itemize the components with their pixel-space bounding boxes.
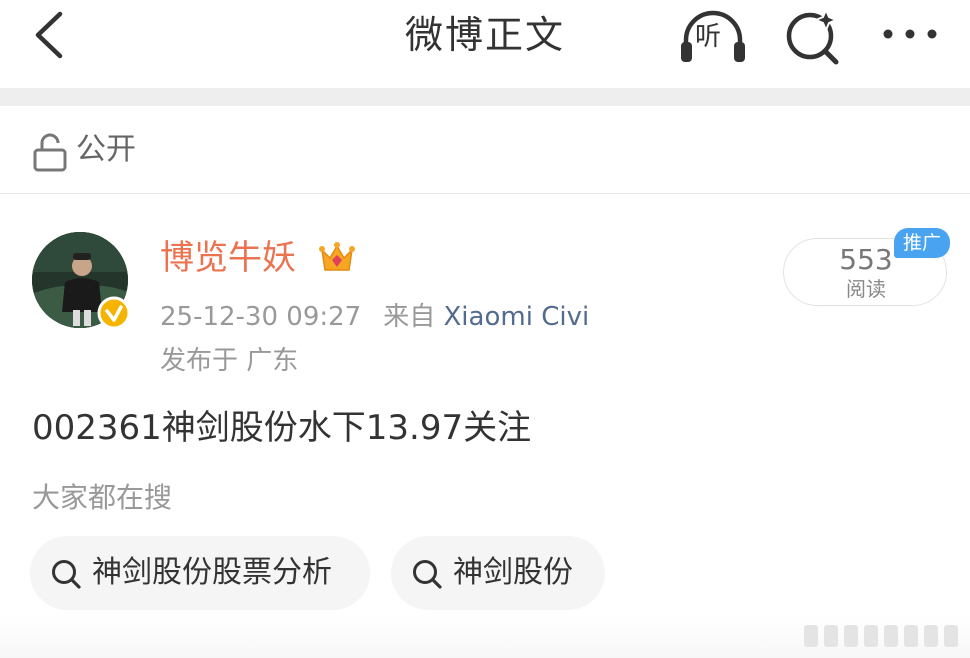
top-nav-bar: 微博正文 听 [0,0,970,88]
crown-icon[interactable] [318,240,356,276]
trending-heading: 大家都在搜 [32,481,173,514]
more-button[interactable] [878,12,942,56]
listen-label: 听 [695,22,722,52]
post-meta: 25-12-30 09:27 来自 Xiaomi Civi [160,298,589,336]
author-name[interactable]: 博览牛妖 [160,234,296,282]
search-icon [413,560,442,589]
post-text: 002361神剑股份水下13.97关注 [32,408,532,448]
post-timestamp: 25-12-30 09:27 [160,302,362,332]
sparkle-search-icon [786,7,839,65]
listen-button[interactable]: 听 [678,8,748,64]
search-button[interactable] [782,6,844,66]
chip-label: 神剑股份 [453,555,573,590]
verified-badge-icon [97,296,131,330]
section-divider [0,88,970,106]
post-location: 发布于 广东 [160,346,299,376]
more-dots-icon [883,29,937,39]
read-label: 阅读 [846,277,886,301]
visibility-row: 公开 [0,106,970,194]
trending-search-chip[interactable]: 神剑股份股票分析 [30,536,370,610]
unlock-icon [33,133,67,172]
promote-badge[interactable]: 推广 [894,228,950,258]
visibility-label: 公开 [76,132,136,167]
chip-label: 神剑股份股票分析 [92,555,332,590]
source-prefix: 来自 [383,302,436,332]
watermark-icon [804,625,958,647]
trending-search-chip[interactable]: 神剑股份 [391,536,605,610]
post-source[interactable]: Xiaomi Civi [444,302,590,332]
search-icon [52,560,81,589]
